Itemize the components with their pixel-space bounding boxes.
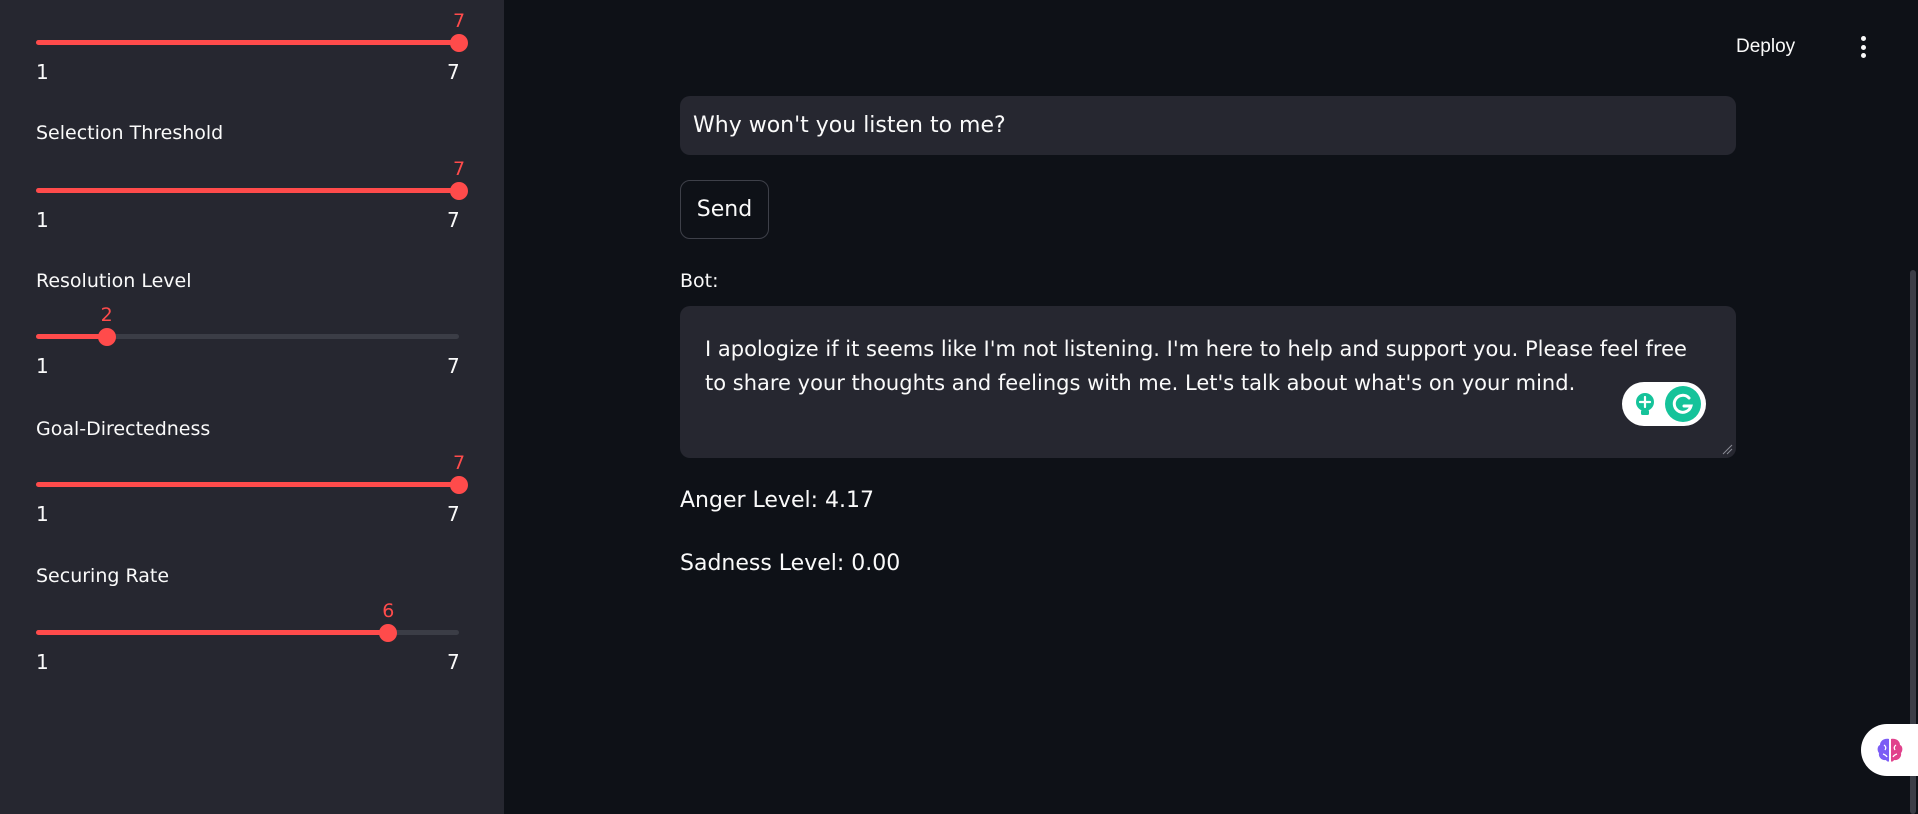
slider-fill [36, 630, 389, 635]
slider-label: Selection Threshold [36, 122, 224, 144]
slider-fill [36, 482, 459, 487]
slider-thumb[interactable] [97, 327, 116, 346]
slider-value: 7 [452, 158, 466, 180]
sidebar: 7 1 7 Selection Threshold 7 1 7 Resoluti… [0, 0, 504, 814]
deploy-button[interactable]: Deploy [1736, 36, 1795, 58]
send-button[interactable]: Send [680, 180, 769, 239]
slider-max: 7 [447, 208, 460, 232]
slider-track[interactable]: 6 [36, 600, 459, 642]
grammarly-widget[interactable] [1622, 382, 1706, 426]
slider-thumb[interactable] [450, 475, 468, 494]
slider-value: 7 [452, 10, 466, 32]
slider-goal-directedness[interactable]: Goal-Directedness 7 1 7 [0, 416, 504, 536]
slider-value: 7 [452, 452, 466, 474]
brain-icon [1877, 738, 1903, 762]
bot-response-text: I apologize if it seems like I'm not lis… [705, 337, 1687, 395]
brain-icon-button[interactable] [1861, 724, 1918, 776]
slider-min: 1 [36, 208, 49, 232]
vertical-dots-icon[interactable] [1856, 36, 1870, 62]
slider-min: 1 [36, 502, 49, 526]
grammarly-g-icon[interactable] [1665, 386, 1701, 422]
slider-thumb[interactable] [450, 181, 468, 200]
slider-min: 1 [36, 60, 49, 84]
slider-track[interactable]: 7 [36, 158, 468, 200]
slider-label: Resolution Level [36, 270, 192, 292]
bot-response-textarea[interactable]: I apologize if it seems like I'm not lis… [680, 306, 1736, 458]
slider-min: 1 [36, 354, 49, 378]
slider-selection-threshold[interactable]: Selection Threshold 7 1 7 [0, 120, 504, 240]
slider-thumb[interactable] [450, 33, 468, 52]
anger-level: Anger Level: 4.17 [680, 488, 874, 513]
slider-max: 7 [447, 354, 460, 378]
slider-resolution-level[interactable]: Resolution Level 2 1 7 [0, 268, 504, 388]
slider-thumb[interactable] [379, 623, 398, 642]
slider-value: 6 [382, 600, 395, 622]
bot-label: Bot: [680, 270, 719, 292]
chat-input[interactable] [680, 96, 1736, 155]
slider-max: 7 [447, 60, 460, 84]
slider-top[interactable]: 7 1 7 [0, 0, 504, 116]
slider-max: 7 [447, 650, 460, 674]
sadness-level: Sadness Level: 0.00 [680, 551, 901, 576]
slider-track[interactable]: 7 [36, 10, 468, 52]
slider-value: 2 [100, 304, 113, 326]
slider-securing-rate[interactable]: Securing Rate 6 1 7 [0, 563, 504, 683]
slider-track[interactable]: 7 [36, 452, 468, 494]
slider-fill [36, 40, 459, 45]
slider-fill [36, 188, 459, 193]
slider-label: Goal-Directedness [36, 418, 211, 440]
slider-fill [36, 334, 107, 339]
slider-label: Securing Rate [36, 565, 170, 587]
lightbulb-icon[interactable] [1632, 391, 1658, 417]
slider-max: 7 [447, 502, 460, 526]
slider-min: 1 [36, 650, 49, 674]
resize-handle-icon[interactable] [1721, 443, 1733, 455]
slider-track[interactable]: 2 [36, 304, 459, 346]
